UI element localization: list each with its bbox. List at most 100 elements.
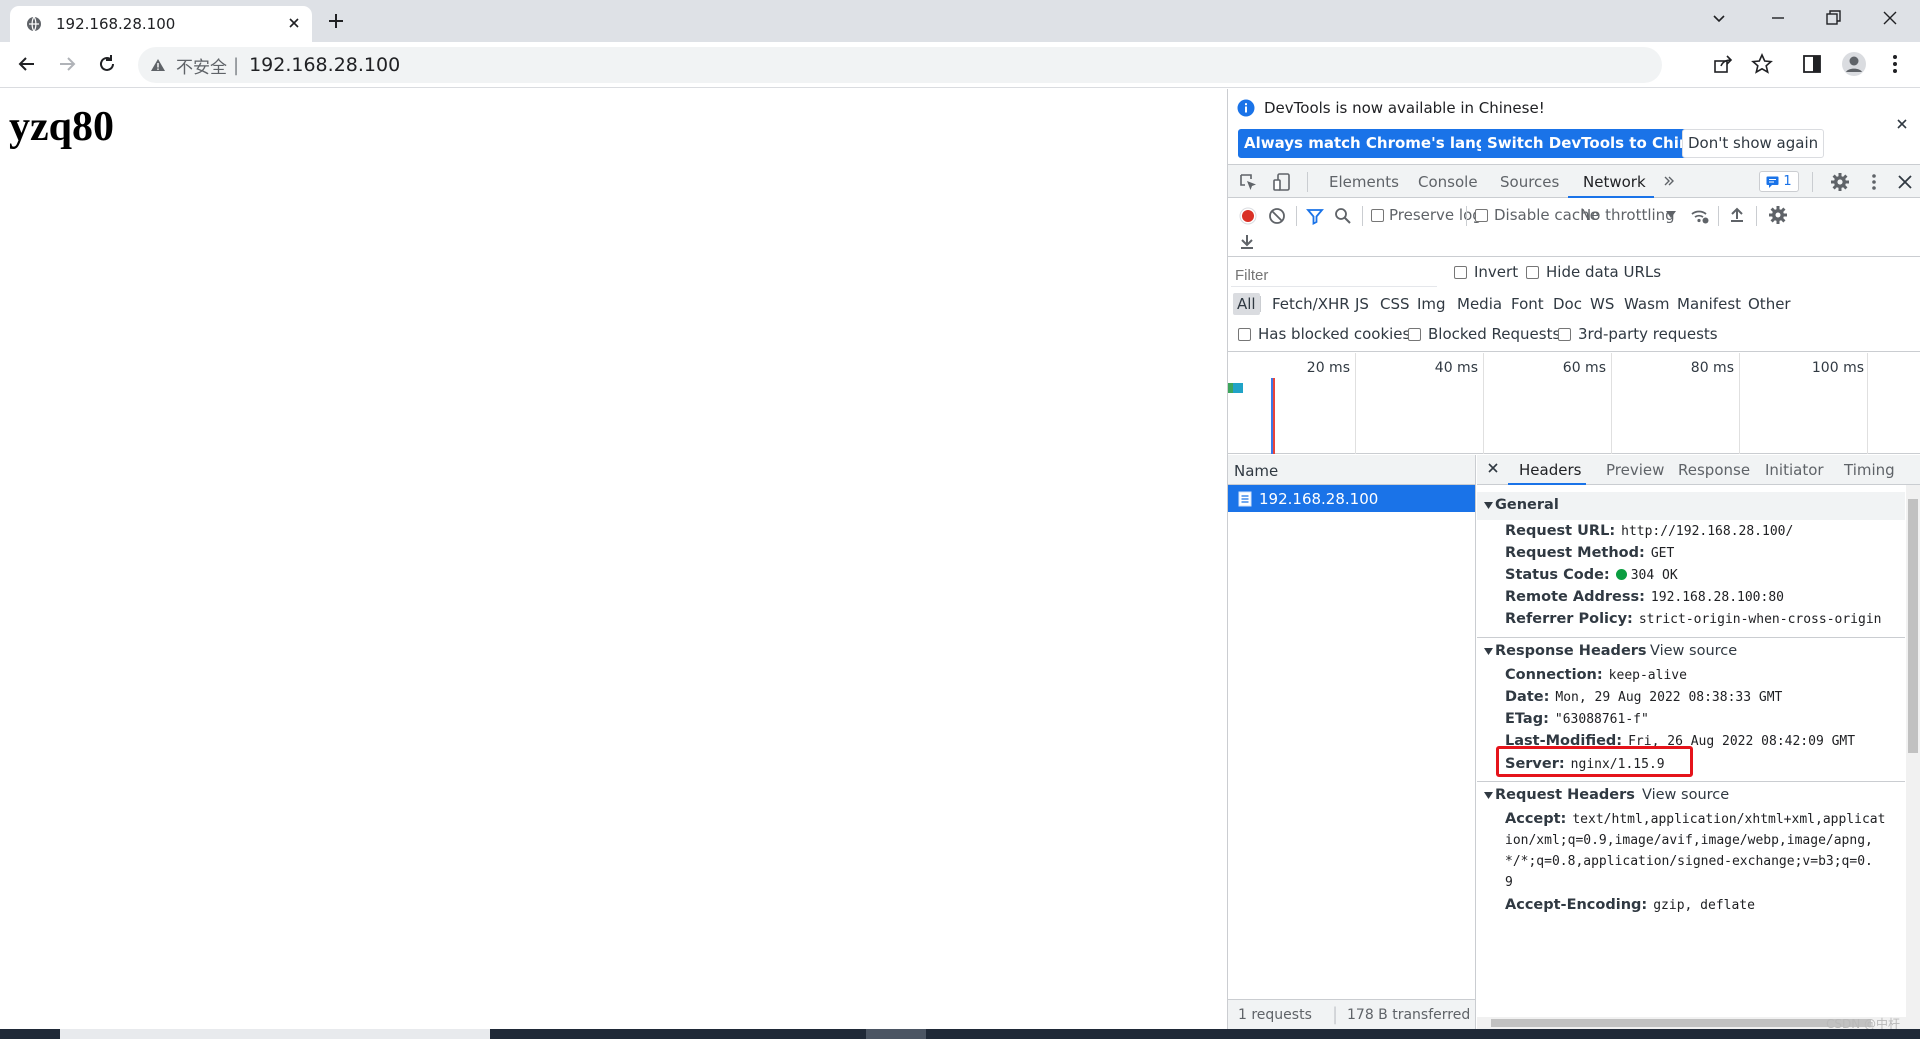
detail-tab-response[interactable]: Response bbox=[1678, 461, 1750, 479]
close-detail-icon[interactable] bbox=[1487, 462, 1499, 474]
profile-avatar-icon[interactable] bbox=[1841, 51, 1867, 77]
has-blocked-cookies-checkbox[interactable] bbox=[1238, 328, 1251, 341]
third-party-label[interactable]: 3rd-party requests bbox=[1578, 325, 1718, 343]
scrollbar-thumb[interactable] bbox=[1908, 499, 1918, 753]
name-column-header[interactable]: Name bbox=[1228, 455, 1475, 485]
device-toolbar-icon[interactable] bbox=[1272, 172, 1292, 192]
tab-network[interactable]: Network bbox=[1583, 173, 1646, 191]
restore-icon[interactable] bbox=[1823, 8, 1843, 28]
type-filter-wasm[interactable]: Wasm bbox=[1624, 295, 1670, 313]
tab-search-chevron-icon[interactable] bbox=[1710, 10, 1728, 28]
type-filter-js[interactable]: JS bbox=[1355, 295, 1369, 313]
network-overview[interactable]: 20 ms 40 ms 60 ms 80 ms 100 ms bbox=[1228, 353, 1920, 454]
detail-tab-headers[interactable]: Headers bbox=[1519, 461, 1581, 479]
type-filter-doc[interactable]: Doc bbox=[1553, 295, 1582, 313]
close-devtools-icon[interactable] bbox=[1896, 173, 1914, 191]
hide-data-urls-checkbox[interactable] bbox=[1526, 266, 1539, 279]
search-icon[interactable] bbox=[1334, 207, 1352, 225]
active-detail-tab-indicator bbox=[1508, 483, 1586, 485]
blocked-requests-checkbox[interactable] bbox=[1408, 328, 1421, 341]
share-icon[interactable] bbox=[1712, 53, 1734, 75]
detail-tab-timing[interactable]: Timing bbox=[1844, 461, 1895, 479]
general-section-header[interactable]: General bbox=[1477, 492, 1905, 520]
disable-cache-checkbox[interactable] bbox=[1475, 209, 1488, 222]
preserve-log-checkbox[interactable] bbox=[1371, 209, 1384, 222]
tab-console[interactable]: Console bbox=[1418, 173, 1478, 191]
invert-checkbox[interactable] bbox=[1454, 266, 1467, 279]
warning-triangle-icon[interactable] bbox=[150, 57, 166, 73]
overview-tick-label: 100 ms bbox=[1811, 360, 1864, 376]
request-view-source-link[interactable]: View source bbox=[1642, 787, 1729, 803]
response-view-source-link[interactable]: View source bbox=[1650, 643, 1737, 659]
type-filter-fetch-xhr[interactable]: Fetch/XHR bbox=[1272, 295, 1350, 313]
blocked-requests-label[interactable]: Blocked Requests bbox=[1428, 325, 1560, 343]
record-icon[interactable] bbox=[1238, 206, 1258, 226]
issues-badge[interactable]: 1 bbox=[1759, 171, 1799, 192]
response-headers-section-header[interactable]: Response Headers View source bbox=[1477, 638, 1905, 666]
detail-tab-initiator[interactable]: Initiator bbox=[1765, 461, 1824, 479]
detail-vertical-scrollbar[interactable] bbox=[1906, 485, 1920, 1029]
back-arrow-icon[interactable] bbox=[16, 53, 38, 75]
close-window-icon[interactable] bbox=[1880, 8, 1900, 28]
tab-sources[interactable]: Sources bbox=[1500, 173, 1559, 191]
overview-gridline bbox=[1739, 353, 1740, 454]
overview-tick-label: 40 ms bbox=[1434, 360, 1478, 376]
third-party-checkbox[interactable] bbox=[1558, 328, 1571, 341]
forward-arrow-icon[interactable] bbox=[56, 53, 78, 75]
more-tabs-chevron-icon[interactable] bbox=[1662, 174, 1676, 188]
not-secure-label[interactable]: 不安全 bbox=[176, 53, 227, 78]
settings-gear-icon[interactable] bbox=[1830, 172, 1850, 192]
toolbar-divider bbox=[1756, 206, 1757, 226]
triangle-down-icon bbox=[1484, 648, 1493, 656]
import-har-icon[interactable] bbox=[1728, 206, 1746, 224]
type-filter-all[interactable]: All bbox=[1233, 293, 1260, 315]
throttling-select[interactable]: No throttling bbox=[1580, 206, 1675, 224]
invert-label[interactable]: Invert bbox=[1474, 263, 1518, 281]
request-headers-section-header[interactable]: Request Headers View source bbox=[1477, 782, 1905, 810]
accept-value-line: */*;q=0.8,application/signed-exchange;v=… bbox=[1505, 854, 1873, 869]
close-tab-icon[interactable] bbox=[286, 15, 302, 31]
network-conditions-icon[interactable] bbox=[1690, 206, 1710, 226]
new-tab-icon[interactable] bbox=[326, 11, 346, 31]
network-settings-gear-icon[interactable] bbox=[1768, 205, 1788, 225]
overview-tick-label: 80 ms bbox=[1690, 360, 1734, 376]
filter-input[interactable] bbox=[1231, 265, 1437, 287]
dont-show-again-button[interactable]: Don't show again bbox=[1682, 129, 1825, 158]
type-filter-media[interactable]: Media bbox=[1457, 295, 1502, 313]
type-filter-ws[interactable]: WS bbox=[1590, 295, 1614, 313]
inspect-element-icon[interactable] bbox=[1238, 172, 1258, 192]
clear-icon[interactable] bbox=[1268, 207, 1286, 225]
request-row[interactable]: 192.168.28.100 bbox=[1228, 485, 1475, 512]
taskbar-item[interactable] bbox=[60, 1029, 490, 1039]
customize-kebab-icon[interactable] bbox=[1864, 172, 1884, 192]
scrollbar-thumb[interactable] bbox=[1491, 1019, 1871, 1027]
menu-kebab-icon[interactable] bbox=[1884, 53, 1906, 75]
side-panel-icon[interactable] bbox=[1801, 53, 1823, 75]
throttling-dropdown-icon[interactable] bbox=[1666, 211, 1676, 219]
detail-tab-preview[interactable]: Preview bbox=[1606, 461, 1664, 479]
minimize-icon[interactable] bbox=[1768, 8, 1788, 28]
reload-icon[interactable] bbox=[96, 53, 118, 75]
url-text[interactable]: 192.168.28.100 bbox=[249, 54, 400, 76]
address-separator: | bbox=[233, 54, 240, 76]
export-har-icon[interactable] bbox=[1238, 233, 1256, 251]
bookmark-star-icon[interactable] bbox=[1751, 53, 1773, 75]
type-filter-other[interactable]: Other bbox=[1748, 295, 1791, 313]
header-row: Referrer Policy: strict-origin-when-cross… bbox=[1505, 611, 1882, 627]
has-blocked-cookies-label[interactable]: Has blocked cookies bbox=[1258, 325, 1410, 343]
close-infobar-icon[interactable] bbox=[1896, 118, 1908, 130]
hide-data-urls-label[interactable]: Hide data URLs bbox=[1546, 263, 1661, 281]
address-bar[interactable]: 不安全 | 192.168.28.100 bbox=[138, 47, 1662, 83]
preserve-log-label[interactable]: Preserve log bbox=[1389, 206, 1482, 224]
filter-funnel-icon[interactable] bbox=[1306, 207, 1324, 225]
type-filter-manifest[interactable]: Manifest bbox=[1677, 295, 1741, 313]
tab-elements[interactable]: Elements bbox=[1329, 173, 1399, 191]
browser-tab[interactable]: 192.168.28.100 bbox=[10, 6, 312, 42]
toolbar-divider bbox=[1362, 206, 1363, 226]
devtools-panel: DevTools is now available in Chinese! Al… bbox=[1227, 89, 1920, 1029]
request-headers-title: Request Headers bbox=[1495, 787, 1635, 803]
type-filter-img[interactable]: Img bbox=[1417, 295, 1446, 313]
type-filter-css[interactable]: CSS bbox=[1380, 295, 1410, 313]
type-filter-font[interactable]: Font bbox=[1511, 295, 1544, 313]
taskbar-item[interactable] bbox=[866, 1029, 926, 1039]
